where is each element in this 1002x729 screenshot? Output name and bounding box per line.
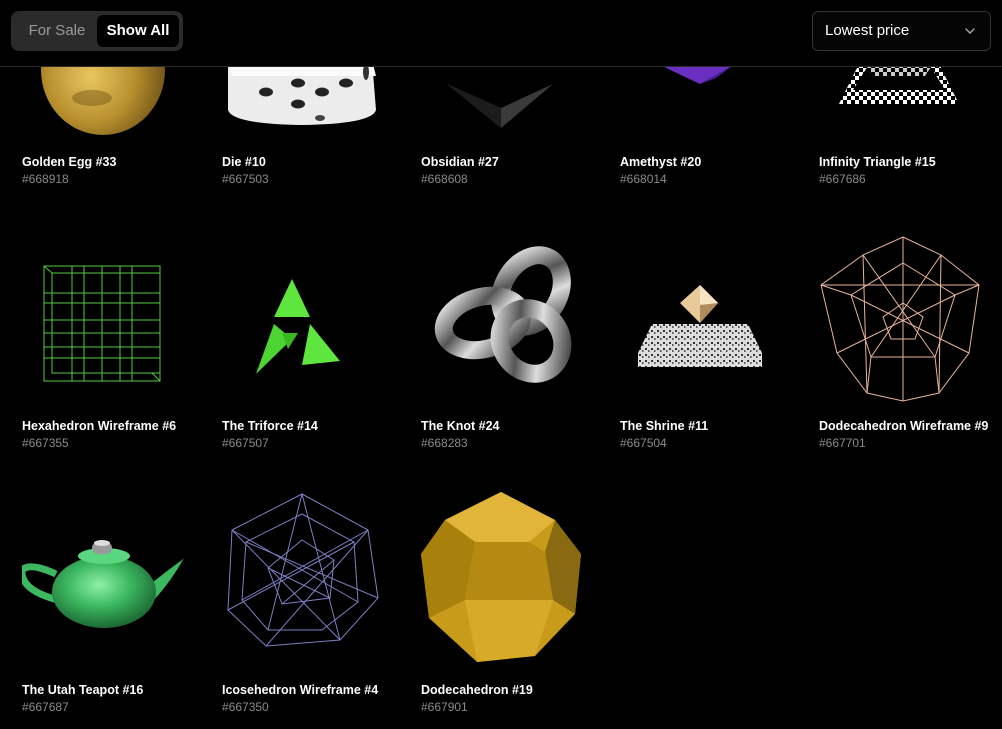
filter-for-sale-button[interactable]: For Sale bbox=[17, 15, 97, 47]
item-id: #668014 bbox=[620, 172, 667, 186]
item-id: #667687 bbox=[22, 700, 69, 714]
item-title: The Utah Teapot #16 bbox=[22, 683, 144, 697]
item-thumbnail-hexahedron-wireframe bbox=[22, 233, 202, 413]
chevron-down-icon bbox=[965, 28, 975, 34]
item-title: Golden Egg #33 bbox=[22, 155, 117, 169]
item-title: The Triforce #14 bbox=[222, 419, 318, 433]
item-thumbnail-utah-teapot bbox=[22, 490, 202, 670]
filter-toggle: For Sale Show All bbox=[11, 11, 183, 51]
item-title: Infinity Triangle #15 bbox=[819, 155, 936, 169]
item-thumbnail-triforce bbox=[222, 233, 402, 413]
item-id: #667503 bbox=[222, 172, 269, 186]
filter-show-all-button[interactable]: Show All bbox=[97, 15, 179, 47]
item-title: Obsidian #27 bbox=[421, 155, 499, 169]
item-thumbnail-knot bbox=[421, 233, 601, 413]
item-id: #668608 bbox=[421, 172, 468, 186]
item-title: Die #10 bbox=[222, 155, 266, 169]
item-id: #667350 bbox=[222, 700, 269, 714]
item-id: #667355 bbox=[22, 436, 69, 450]
item-thumbnail-icosahedron-wireframe bbox=[222, 490, 402, 670]
item-id: #667901 bbox=[421, 700, 468, 714]
item-id: #667507 bbox=[222, 436, 269, 450]
item-title: Dodecahedron Wireframe #9 bbox=[819, 419, 989, 433]
item-id: #668918 bbox=[22, 172, 69, 186]
item-title: Hexahedron Wireframe #6 bbox=[22, 419, 177, 433]
sort-dropdown-label: Lowest price bbox=[825, 22, 910, 39]
item-title: Dodecahedron #19 bbox=[421, 683, 533, 697]
item-title: Amethyst #20 bbox=[620, 155, 702, 169]
sort-dropdown[interactable]: Lowest price bbox=[812, 11, 991, 51]
item-id: #667504 bbox=[620, 436, 667, 450]
item-thumbnail-shrine bbox=[620, 233, 800, 413]
item-id: #667686 bbox=[819, 172, 866, 186]
toolbar: For Sale Show All Lowest price bbox=[0, 0, 1002, 67]
item-title: The Knot #24 bbox=[421, 419, 500, 433]
item-title: Icosehedron Wireframe #4 bbox=[222, 683, 379, 697]
item-title: The Shrine #11 bbox=[620, 419, 709, 433]
item-thumbnail-dodecahedron bbox=[421, 490, 601, 670]
item-thumbnail-dodecahedron-wireframe bbox=[819, 233, 999, 413]
item-id: #668283 bbox=[421, 436, 468, 450]
item-id: #667701 bbox=[819, 436, 866, 450]
